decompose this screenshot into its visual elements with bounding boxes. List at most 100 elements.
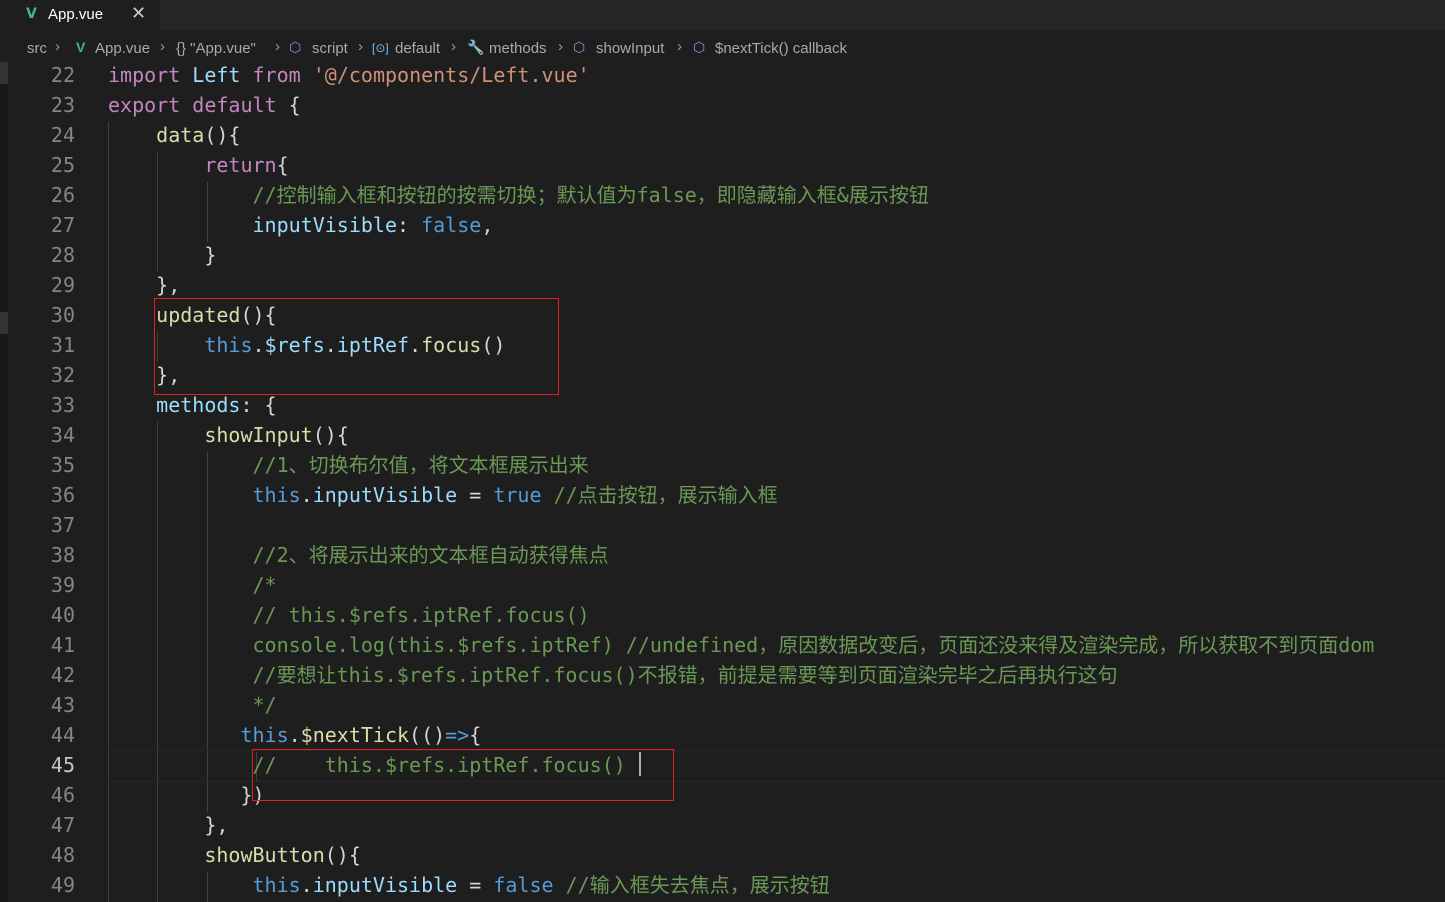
code-token: showButton — [204, 843, 325, 867]
line-number: 37 — [50, 513, 75, 537]
line-number: 49 — [50, 873, 75, 897]
code-line[interactable]: 25 return{ — [0, 151, 1445, 181]
breadcrumb-item-app-vue[interactable]: App.vue — [95, 40, 150, 57]
code-text: this.$nextTick(()=>{ — [108, 721, 481, 749]
chevron-right-icon: › — [55, 38, 60, 55]
code-line[interactable]: 27 inputVisible: false, — [0, 211, 1445, 241]
code-token: //1、切换布尔值，将文本框展示出来 — [252, 453, 589, 477]
tab-bar: V App.vue ✕ — [0, 0, 1445, 31]
line-number: 33 — [50, 393, 75, 417]
code-line[interactable]: 34 showInput(){ — [0, 421, 1445, 451]
code-token: (){ — [312, 423, 349, 447]
close-icon[interactable]: ✕ — [131, 3, 146, 24]
breadcrumb-item-nexttick[interactable]: $nextTick() callback — [715, 40, 847, 57]
code-text: //2、将展示出来的文本框自动获得焦点 — [108, 541, 609, 569]
code-token: = — [457, 873, 494, 897]
line-number: 26 — [50, 183, 75, 207]
chevron-right-icon: › — [358, 38, 363, 55]
breadcrumb-item-default[interactable]: default — [395, 40, 440, 57]
code-editor[interactable]: 22 import Left from '@/components/Left.vu… — [0, 62, 1445, 902]
code-token: data — [156, 123, 205, 147]
code-line[interactable]: 28 } — [0, 241, 1445, 271]
code-line[interactable]: 42 //要想让this.$refs.iptRef.focus()不报错，前提是… — [0, 661, 1445, 691]
code-text: data(){ — [108, 121, 240, 149]
code-line[interactable]: 38 //2、将展示出来的文本框自动获得焦点 — [0, 541, 1445, 571]
code-line[interactable]: 23 export default { — [0, 91, 1445, 121]
line-number: 32 — [50, 363, 75, 387]
chevron-right-icon: › — [451, 38, 456, 55]
code-token: this — [252, 873, 301, 897]
breadcrumb: src › V App.vue › {} "App.vue" › ⬡ scrip… — [0, 38, 1445, 62]
code-line[interactable]: 36 this.inputVisible = true //点击按钮，展示输入框 — [0, 481, 1445, 511]
code-token: //点击按钮，展示输入框 — [553, 483, 778, 507]
tab-label: App.vue — [48, 6, 104, 23]
code-line[interactable]: 48 showButton(){ — [0, 841, 1445, 871]
breadcrumb-item-methods[interactable]: methods — [489, 40, 547, 57]
code-line[interactable]: 29 }, — [0, 271, 1445, 301]
code-line[interactable]: 35 //1、切换布尔值，将文本框展示出来 — [0, 451, 1445, 481]
annotation-box-nexttick — [252, 749, 674, 801]
line-number: 43 — [50, 693, 75, 717]
code-line[interactable]: 40 // this.$refs.iptRef.focus() — [0, 601, 1445, 631]
breadcrumb-item-module[interactable]: {} "App.vue" — [176, 40, 256, 57]
code-token: => — [445, 723, 470, 747]
code-token: }, — [108, 273, 181, 297]
code-token: (() — [409, 723, 446, 747]
code-line[interactable]: 46 }) — [0, 781, 1445, 811]
code-text: //控制输入框和按钮的按需切换；默认值为false，即隐藏输入框&展示按钮 — [108, 181, 929, 209]
code-line[interactable]: 37 — [0, 511, 1445, 541]
line-number: 36 — [50, 483, 75, 507]
code-token: = — [457, 483, 494, 507]
code-line[interactable]: 41 console.log(this.$refs.iptRef) //unde… — [0, 631, 1445, 661]
line-number: 48 — [50, 843, 75, 867]
code-text: console.log(this.$refs.iptRef) //undefin… — [108, 631, 1375, 659]
code-token: { — [276, 153, 289, 177]
cube-icon: ⬡ — [289, 39, 302, 55]
code-text: inputVisible: false, — [108, 211, 494, 239]
chevron-right-icon: › — [558, 38, 563, 55]
code-line[interactable]: 26 //控制输入框和按钮的按需切换；默认值为false，即隐藏输入框&展示按钮 — [0, 181, 1445, 211]
code-line[interactable]: 45 // this.$refs.iptRef.focus() — [0, 751, 1445, 781]
code-line[interactable]: 43 */ — [0, 691, 1445, 721]
tab-app-vue[interactable]: V App.vue ✕ — [0, 0, 160, 31]
code-line[interactable]: 24 data(){ — [0, 121, 1445, 151]
code-line[interactable]: 49 this.inputVisible = false //输入框失去焦点，展… — [0, 871, 1445, 901]
code-token: this — [252, 483, 301, 507]
code-text: }) — [108, 781, 265, 809]
breadcrumb-item-showinput[interactable]: showInput — [596, 40, 664, 57]
code-line[interactable]: 39 /* — [0, 571, 1445, 601]
code-text: */ — [108, 691, 277, 719]
code-line[interactable]: 22 import Left from '@/components/Left.vu… — [0, 61, 1445, 91]
code-token: : { — [240, 393, 277, 417]
code-token: (){ — [204, 123, 241, 147]
code-token: inputVisible — [312, 873, 458, 897]
code-token: //输入框失去焦点，展示按钮 — [565, 873, 830, 897]
breadcrumb-item-script[interactable]: script — [312, 40, 348, 57]
code-line[interactable]: 44 this.$nextTick(()=>{ — [0, 721, 1445, 751]
code-line[interactable]: 33 methods: { — [0, 391, 1445, 421]
code-token: methods — [156, 393, 241, 417]
code-token: : — [397, 213, 422, 237]
code-text: import Left from '@/components/Left.vue' — [108, 61, 590, 89]
code-token: Left — [192, 63, 241, 87]
code-token: . — [300, 873, 313, 897]
code-token: }) — [108, 783, 265, 807]
breadcrumb-item-src[interactable]: src — [27, 40, 47, 57]
code-token: { — [276, 93, 301, 117]
code-token: this — [240, 723, 289, 747]
code-token: return — [204, 153, 277, 177]
code-line[interactable]: 47 }, — [0, 811, 1445, 841]
vue-file-icon: V — [26, 6, 37, 22]
